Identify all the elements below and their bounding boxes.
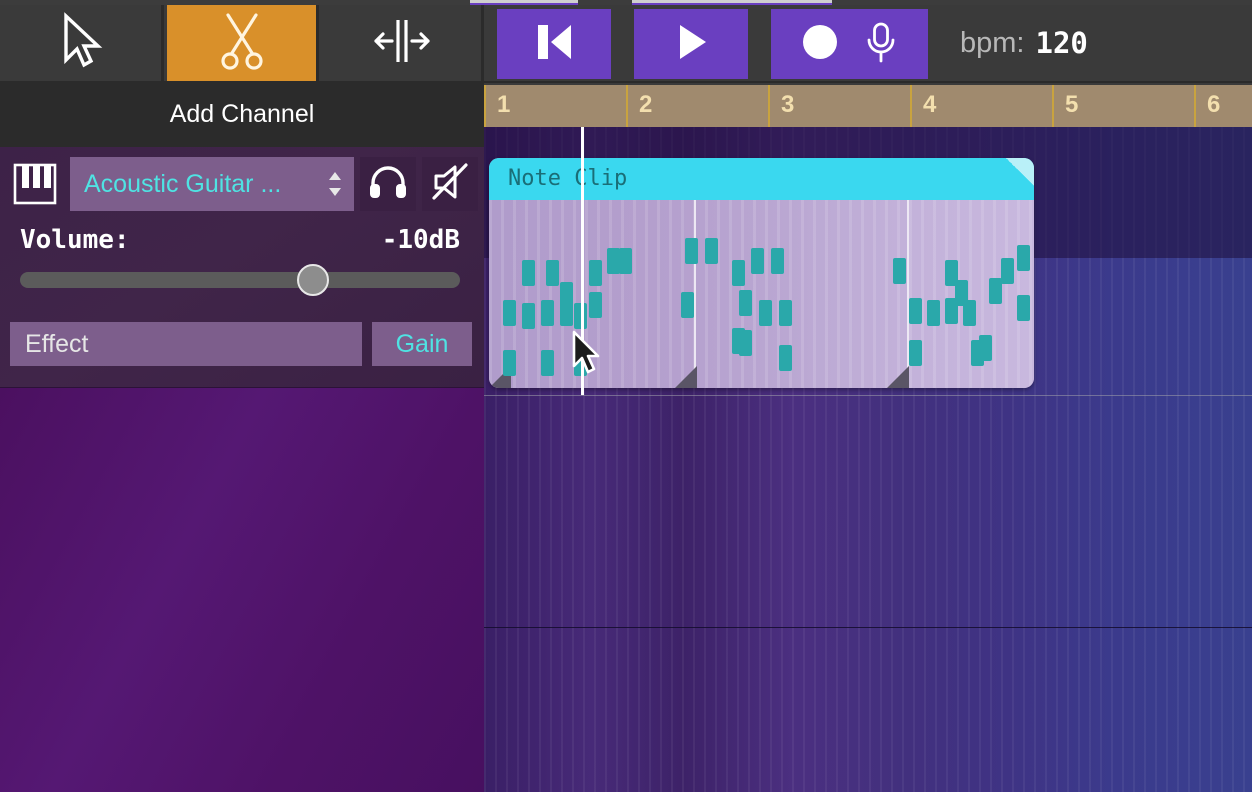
- volume-value: -10dB: [381, 225, 460, 255]
- note-block[interactable]: [1017, 295, 1030, 321]
- instrument-name: Acoustic Guitar ...: [84, 169, 282, 198]
- ruler-bar-number: 2: [639, 91, 653, 118]
- cut-tool-button[interactable]: [167, 5, 319, 81]
- channel-list-empty-area[interactable]: [0, 387, 484, 792]
- record-circle-icon: [800, 22, 840, 67]
- clip-resize-handle-right[interactable]: [887, 366, 909, 388]
- speaker-muted-icon: [430, 162, 470, 206]
- note-block[interactable]: [589, 260, 602, 286]
- note-block[interactable]: [909, 340, 922, 366]
- resize-tool-button[interactable]: [322, 5, 484, 81]
- main-toolbar: bpm: 120: [0, 5, 1252, 83]
- bpm-display[interactable]: bpm: 120: [960, 5, 1088, 81]
- note-block[interactable]: [503, 300, 516, 326]
- note-block[interactable]: [541, 350, 554, 376]
- note-block[interactable]: [739, 290, 752, 316]
- mouse-pointer: [570, 330, 604, 376]
- skip-to-start-icon: [529, 19, 579, 70]
- channel-strip: Acoustic Guitar ... Volume: -10dB Effect…: [0, 147, 484, 387]
- scissors-icon: [216, 11, 268, 76]
- ruler-bar-number: 5: [1065, 91, 1079, 118]
- note-block[interactable]: [522, 260, 535, 286]
- volume-row: Volume: -10dB: [20, 225, 460, 255]
- piano-keyboard-icon: [8, 157, 62, 211]
- bpm-label: bpm:: [960, 26, 1025, 59]
- note-clip-header[interactable]: Note Clip: [489, 158, 1034, 200]
- track-separator-1: [484, 395, 1252, 396]
- ruler-bar-number: 1: [497, 91, 511, 118]
- note-block[interactable]: [971, 340, 984, 366]
- timeline-ruler[interactable]: 1 2 3 4 5 6: [484, 85, 1252, 127]
- up-down-stepper-icon[interactable]: [326, 171, 344, 197]
- mute-button[interactable]: [422, 157, 478, 211]
- note-block[interactable]: [681, 292, 694, 318]
- note-block[interactable]: [893, 258, 906, 284]
- note-block[interactable]: [759, 300, 772, 326]
- bpm-value: 120: [1035, 26, 1088, 60]
- instrument-select[interactable]: Acoustic Guitar ...: [70, 157, 354, 211]
- microphone-icon: [862, 19, 900, 70]
- note-block[interactable]: [560, 282, 573, 308]
- note-block[interactable]: [779, 300, 792, 326]
- arrangement-view[interactable]: Note Clip: [484, 127, 1252, 792]
- ruler-bar-6[interactable]: 6: [1194, 85, 1252, 127]
- play-triangle-icon: [669, 19, 713, 70]
- effect-input[interactable]: Effect: [10, 322, 362, 366]
- ruler-bar-number: 6: [1207, 91, 1221, 118]
- ruler-bar-number: 4: [923, 91, 937, 118]
- add-channel-header[interactable]: Add Channel: [0, 81, 484, 147]
- note-block[interactable]: [909, 298, 922, 324]
- horizontal-resize-icon: [370, 12, 434, 75]
- pointer-tool-button[interactable]: [0, 5, 164, 81]
- volume-slider-thumb[interactable]: [297, 264, 330, 296]
- note-block[interactable]: [927, 300, 940, 326]
- gain-button[interactable]: Gain: [372, 322, 472, 366]
- ruler-bar-number: 3: [781, 91, 795, 118]
- note-block[interactable]: [751, 248, 764, 274]
- note-block[interactable]: [541, 300, 554, 326]
- ruler-bar-2[interactable]: 2: [626, 85, 768, 127]
- effect-row: Effect Gain: [10, 322, 472, 366]
- channel-instrument-row: Acoustic Guitar ...: [8, 157, 478, 211]
- ruler-bar-3[interactable]: 3: [768, 85, 910, 127]
- daw-window: bpm: 120 Add Channel Acoustic Guitar ...: [0, 0, 1252, 792]
- cursor-arrow-icon: [58, 11, 104, 75]
- note-block[interactable]: [963, 300, 976, 326]
- note-block[interactable]: [546, 260, 559, 286]
- clip-resize-handle-mid[interactable]: [675, 366, 697, 388]
- note-block[interactable]: [732, 260, 745, 286]
- note-block[interactable]: [779, 345, 792, 371]
- ruler-bar-5[interactable]: 5: [1052, 85, 1194, 127]
- note-block[interactable]: [589, 292, 602, 318]
- ruler-bar-4[interactable]: 4: [910, 85, 1052, 127]
- headphones-icon: [368, 164, 408, 205]
- note-block[interactable]: [503, 350, 516, 376]
- rewind-button[interactable]: [497, 9, 611, 79]
- note-block[interactable]: [619, 248, 632, 274]
- ruler-bar-1[interactable]: 1: [484, 85, 626, 127]
- volume-label: Volume:: [20, 225, 130, 255]
- note-block[interactable]: [771, 248, 784, 274]
- play-button[interactable]: [634, 9, 748, 79]
- note-clip-title: Note Clip: [508, 166, 628, 191]
- note-block[interactable]: [685, 238, 698, 264]
- add-channel-label: Add Channel: [169, 99, 315, 128]
- solo-button[interactable]: [360, 157, 416, 211]
- track-separator-2: [484, 627, 1252, 628]
- clip-fold-corner: [1006, 158, 1034, 186]
- clip-segment-divider: [694, 200, 696, 388]
- note-block[interactable]: [1001, 258, 1014, 284]
- note-block[interactable]: [1017, 245, 1030, 271]
- record-button[interactable]: [771, 9, 928, 79]
- note-block[interactable]: [732, 328, 745, 354]
- note-block[interactable]: [522, 303, 535, 329]
- note-block[interactable]: [705, 238, 718, 264]
- volume-slider[interactable]: [20, 272, 460, 288]
